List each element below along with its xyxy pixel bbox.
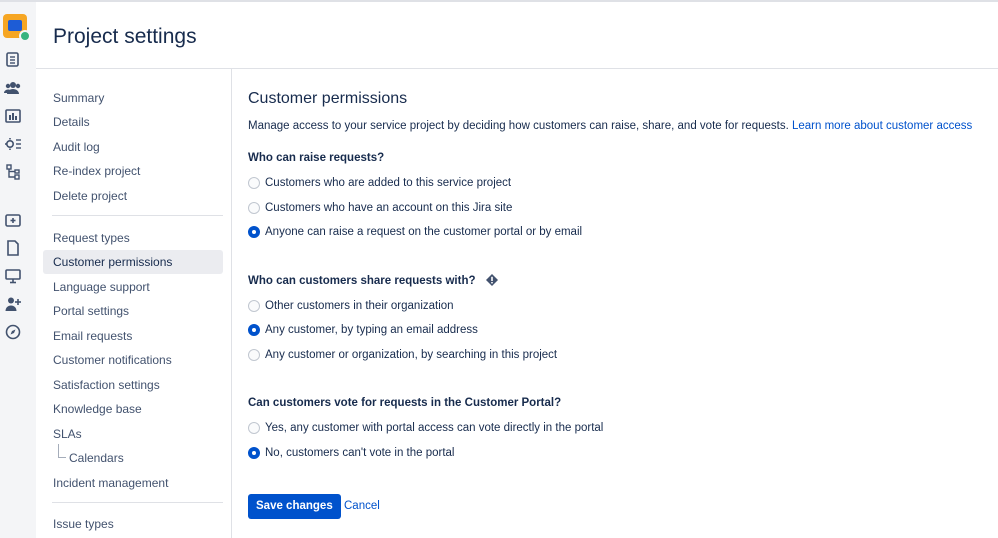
- nav-item-request-types[interactable]: Request types: [43, 226, 223, 250]
- reports-icon[interactable]: [4, 107, 22, 125]
- nav-item-customer-permissions[interactable]: Customer permissions: [43, 250, 223, 274]
- nav-item-issue-types[interactable]: Issue types: [43, 512, 223, 536]
- radio-button[interactable]: [248, 300, 260, 312]
- nav-item-knowledge-base[interactable]: Knowledge base: [43, 397, 223, 421]
- nav-vertical-divider: [231, 69, 232, 538]
- nav-item-calendars[interactable]: Calendars: [43, 446, 223, 470]
- share-option[interactable]: Any customer, by typing an email address: [248, 322, 478, 338]
- vote-option-label: No, customers can't vote in the portal: [265, 447, 455, 459]
- nav-item-slas[interactable]: SLAs: [43, 422, 223, 446]
- jsm-app-icon[interactable]: [3, 14, 31, 42]
- vote-option-label: Yes, any customer with portal access can…: [265, 422, 604, 434]
- radio-button-selected[interactable]: [248, 324, 260, 336]
- share-option-label: Any customer, by typing an email address: [265, 324, 478, 336]
- share-question: Who can customers share requests with?: [248, 274, 498, 287]
- radio-button-selected[interactable]: [248, 447, 260, 459]
- nav-item-language-support[interactable]: Language support: [43, 275, 223, 299]
- nav-item-summary[interactable]: Summary: [43, 86, 223, 110]
- compass-icon[interactable]: [4, 323, 22, 341]
- raise-option-label: Customers who have an account on this Ji…: [265, 202, 513, 214]
- section-description: Manage access to your service project by…: [248, 120, 972, 132]
- section-title: Customer permissions: [248, 90, 408, 107]
- nav-divider: [52, 215, 223, 216]
- nav-item-email-requests[interactable]: Email requests: [43, 324, 223, 348]
- raise-option[interactable]: Anyone can raise a request on the custom…: [248, 224, 582, 240]
- radio-button[interactable]: [248, 349, 260, 361]
- vote-option[interactable]: Yes, any customer with portal access can…: [248, 420, 603, 436]
- raise-option-label: Anyone can raise a request on the custom…: [265, 226, 583, 238]
- customers-icon[interactable]: [4, 79, 22, 97]
- radio-button-selected[interactable]: [248, 226, 260, 238]
- nav-item-delete-project[interactable]: Delete project: [43, 184, 223, 208]
- monitor-icon[interactable]: [4, 267, 22, 285]
- page-title: Project settings: [53, 25, 197, 48]
- nav-item-reindex-project[interactable]: Re-index project: [43, 159, 223, 183]
- share-option-label: Other customers in their organization: [265, 300, 454, 312]
- workflow-icon[interactable]: [4, 163, 22, 181]
- radio-button[interactable]: [248, 202, 260, 214]
- raise-question: Who can raise requests?: [248, 152, 385, 164]
- nav-item-portal-settings[interactable]: Portal settings: [43, 299, 223, 323]
- vote-question: Can customers vote for requests in the C…: [248, 397, 562, 409]
- save-changes-button[interactable]: Save changes: [248, 494, 341, 519]
- radio-button[interactable]: [248, 422, 260, 434]
- share-question-label: Who can customers share requests with?: [248, 275, 476, 287]
- radio-button[interactable]: [248, 177, 260, 189]
- add-person-icon[interactable]: [4, 295, 22, 313]
- vote-option[interactable]: No, customers can't vote in the portal: [248, 445, 454, 461]
- share-option-label: Any customer or organization, by searchi…: [265, 349, 558, 361]
- share-option[interactable]: Other customers in their organization: [248, 298, 454, 314]
- nav-item-customer-notifications[interactable]: Customer notifications: [43, 348, 223, 372]
- nav-item-incident-management[interactable]: Incident management: [43, 471, 223, 495]
- nav-divider: [52, 502, 223, 503]
- raise-option-label: Customers who are added to this service …: [265, 177, 512, 189]
- help-icon[interactable]: [485, 274, 498, 286]
- raise-option[interactable]: Customers who have an account on this Ji…: [248, 200, 512, 216]
- nav-item-audit-log[interactable]: Audit log: [43, 135, 223, 159]
- top-border: [0, 0, 998, 2]
- page-icon[interactable]: [4, 239, 22, 257]
- share-option[interactable]: Any customer or organization, by searchi…: [248, 347, 557, 363]
- app-icon-rail: [0, 2, 36, 538]
- description-text: Manage access to your service project by…: [248, 120, 789, 132]
- nav-item-satisfaction-settings[interactable]: Satisfaction settings: [43, 373, 223, 397]
- queues-icon[interactable]: [4, 51, 22, 69]
- settings-nav: Summary Details Audit log Re-index proje…: [36, 69, 232, 538]
- nav-tree-connector: [58, 444, 66, 458]
- nav-item-details[interactable]: Details: [43, 110, 223, 134]
- raise-option[interactable]: Customers who are added to this service …: [248, 175, 511, 191]
- cancel-button[interactable]: Cancel: [344, 494, 380, 519]
- settings-icon[interactable]: [4, 135, 22, 153]
- add-item-icon[interactable]: [4, 211, 22, 229]
- learn-more-link[interactable]: Learn more about customer access: [792, 120, 972, 132]
